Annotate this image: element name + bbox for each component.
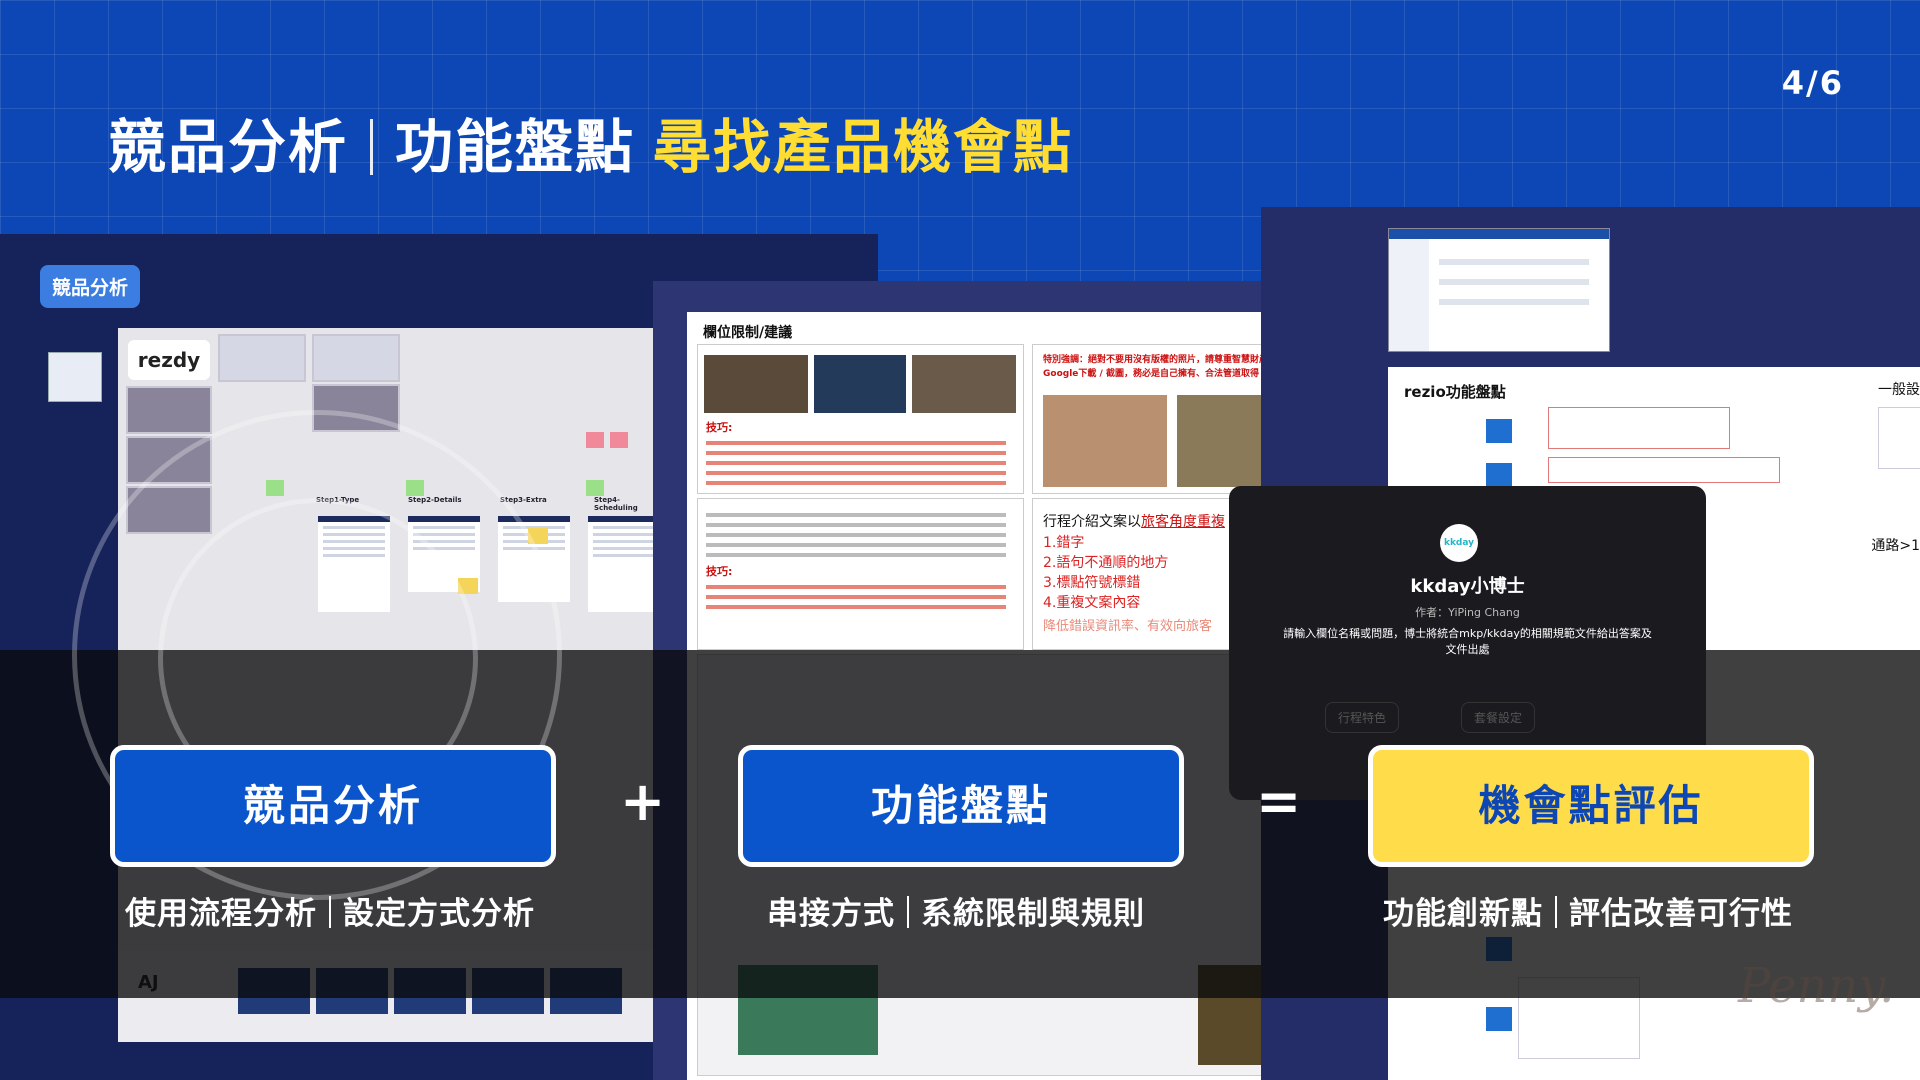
- plus-sign: +: [620, 770, 666, 833]
- sticky-note: [610, 432, 628, 448]
- rezio-title: rezio功能盤點: [1404, 383, 1506, 401]
- tips-table-box: 技巧:: [697, 498, 1024, 650]
- audit-card: [1548, 407, 1730, 449]
- assistant-name: kkday小博士: [1410, 576, 1525, 597]
- intro-checklist: 1.錯字 2.語句不通順的地方 3.標點符號標錯 4.重複文案內容 降低錯誤資訊…: [1043, 535, 1213, 634]
- author-signature: Penny.: [1738, 958, 1895, 1014]
- screen-mockup: [588, 516, 653, 612]
- page-title: 競品分析 功能盤點 尋找產品機會點: [108, 100, 1073, 184]
- document-title: 欄位限制/建議: [703, 325, 793, 341]
- kkday-avatar: kkday: [1440, 524, 1478, 562]
- audit-card: [1878, 407, 1920, 469]
- opportunity-subtitle: 功能創新點 評估改善可行性: [1383, 896, 1793, 932]
- title-part-2: 功能盤點: [395, 113, 636, 181]
- title-highlight: 尋找產品機會點: [653, 113, 1074, 181]
- flow-thumbnail: [312, 334, 400, 382]
- tips-label: 技巧:: [706, 565, 733, 578]
- tips-label: 技巧:: [706, 421, 733, 434]
- title-divider: [370, 119, 374, 175]
- competitor-subtitle: 使用流程分析 設定方式分析: [125, 896, 535, 932]
- title-part-1: 競品分析: [108, 113, 349, 181]
- side-label: 通路>1: [1871, 538, 1920, 554]
- sticky-note: [586, 480, 604, 496]
- mini-document-thumbnail: [48, 352, 102, 402]
- rezio-screenshot: [1388, 228, 1610, 352]
- tips-table: 技巧:: [706, 507, 1006, 615]
- column-label: Step4-Scheduling: [594, 496, 638, 512]
- competitor-tag: 競品分析: [40, 265, 141, 308]
- tips-list: 技巧:: [706, 419, 1006, 491]
- opportunity-evaluation-card: 機會點評估: [1368, 745, 1814, 867]
- competitor-analysis-card: 競品分析: [110, 745, 556, 867]
- flow-thumbnail: [218, 334, 306, 382]
- page-indicator: 4/6: [1781, 64, 1844, 102]
- sample-photo: [1043, 395, 1167, 487]
- sticky-note: [586, 432, 604, 448]
- audit-card: [1548, 457, 1780, 483]
- sample-photo: [704, 355, 808, 413]
- flow-node: [1486, 463, 1512, 487]
- flow-node: [1486, 1007, 1512, 1031]
- feature-audit-card: 功能盤點: [738, 745, 1184, 867]
- side-label: 一般設: [1878, 382, 1920, 398]
- equals-sign: =: [1256, 770, 1302, 833]
- suggestion-chip[interactable]: 行程特色: [1325, 702, 1400, 733]
- assistant-description: 請輸入欄位名稱或問題，博士將統合mkp/kkday的相關規範文件給出答案及文件出…: [1283, 627, 1652, 656]
- suggestion-chip[interactable]: 套餐設定: [1461, 702, 1536, 733]
- assistant-author: 作者：YiPing Chang: [1415, 606, 1520, 619]
- sample-photo: [912, 355, 1016, 413]
- flow-node: [1486, 419, 1512, 443]
- flow-thumbnail: [126, 386, 212, 434]
- photo-tips-box: 技巧:: [697, 344, 1024, 494]
- rezdy-logo: rezdy: [128, 340, 210, 380]
- feature-subtitle: 串接方式 系統限制與規則: [767, 896, 1145, 932]
- intro-heading: 行程介紹文案以旅客角度重複: [1043, 514, 1225, 530]
- sample-photo: [814, 355, 906, 413]
